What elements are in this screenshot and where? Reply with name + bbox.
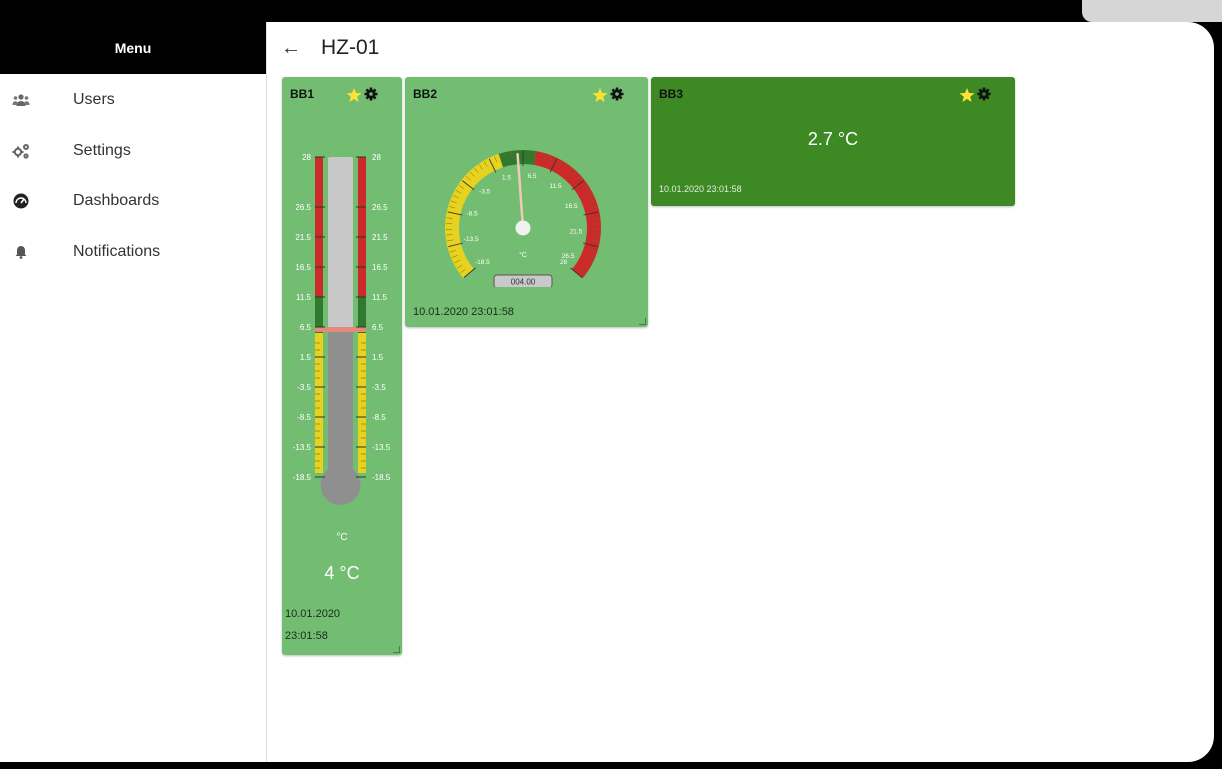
widget-bb3[interactable]: BB3 2.7 °C 10.01.2020 23:01:58 (651, 77, 1015, 206)
readout-value: 004.00 (511, 278, 536, 287)
dial-label: -3.5 (479, 188, 491, 195)
sidebar-item-settings[interactable]: Settings (0, 131, 266, 171)
sidebar-item-label: Settings (73, 142, 131, 159)
users-icon (12, 91, 30, 109)
scale-label: -13.5 (372, 443, 391, 452)
dial-unit-label: °C (519, 251, 527, 259)
scale-label: -18.5 (372, 473, 391, 482)
star-icon[interactable] (959, 87, 975, 103)
scale-label: 28 (372, 153, 381, 162)
scale-label: 11.5 (296, 293, 312, 302)
dial-label: -8.5 (466, 210, 478, 217)
window-corner-tab (1082, 0, 1222, 22)
scale-label: 16.5 (372, 263, 388, 272)
page-title: HZ-01 (321, 36, 380, 59)
scale-label: 6.5 (300, 323, 312, 332)
dial-gauge: -18.5-13.5-8.5-3.51.5 6.511.516.521.526.5… (445, 150, 601, 287)
scale-label: 21.5 (295, 233, 311, 242)
scale-label: -3.5 (297, 383, 311, 392)
dial-needle (516, 152, 525, 230)
timestamp-time: 23:01:58 (285, 630, 328, 642)
timestamp: 10.01.2020 23:01:58 (413, 306, 514, 318)
scale-label: 26.5 (295, 203, 311, 212)
value-display: 4 °C (324, 563, 360, 583)
scale-label: 28 (302, 153, 311, 162)
resize-handle[interactable] (393, 646, 400, 653)
resize-handle[interactable] (639, 318, 646, 325)
sidebar-item-notifications[interactable]: Notifications (0, 232, 266, 272)
scale-label: 26.5 (372, 203, 388, 212)
dial-hub (515, 220, 531, 236)
bell-icon (12, 243, 30, 261)
sidebar-item-label: Notifications (73, 243, 161, 260)
timestamp: 10.01.2020 23:01:58 (659, 184, 742, 194)
arrow-left-icon[interactable]: ← (281, 37, 303, 59)
dial-label: 28 (560, 259, 568, 266)
star-icon[interactable] (346, 87, 362, 103)
timestamp-date: 10.01.2020 (285, 608, 341, 620)
value-display: 2.7 °C (807, 129, 859, 149)
sidebar-item-dashboards[interactable]: Dashboards (0, 181, 266, 221)
scale-label: 16.5 (295, 263, 311, 272)
star-icon[interactable] (592, 87, 608, 103)
scale-label: -13.5 (293, 443, 312, 452)
scale-label: 1.5 (372, 353, 384, 362)
sidebar: Menu Users Settings Dashboards Notificat… (0, 22, 267, 762)
dial-label: 21.5 (570, 228, 583, 235)
widget-title: BB1 (290, 87, 315, 101)
scale-label: -8.5 (297, 413, 311, 422)
gear-icon[interactable] (610, 87, 624, 101)
scale-label: 21.5 (372, 233, 388, 242)
menu-title: Menu (114, 40, 152, 56)
dial-label: 1.5 (502, 175, 511, 182)
menu-header: Menu (0, 22, 266, 74)
widget-bb1[interactable]: BB1 28 26.5 21.5 16.5 11.5 6.5 1.5 -3.5 … (282, 77, 402, 655)
scale-label: -3.5 (372, 383, 386, 392)
scale-label: 6.5 (372, 323, 384, 332)
scale-label: 11.5 (372, 293, 388, 302)
sidebar-item-users[interactable]: Users (0, 80, 266, 120)
app-window: Menu Users Settings Dashboards Notificat… (0, 22, 1214, 762)
dial-label: 11.5 (549, 183, 562, 190)
gear-icon[interactable] (364, 87, 378, 101)
scale-label: -18.5 (293, 473, 312, 482)
unit-label: °C (336, 532, 348, 543)
sidebar-item-label: Dashboards (73, 192, 160, 209)
sidebar-item-label: Users (73, 91, 115, 108)
scale-label: -8.5 (372, 413, 386, 422)
widget-title: BB2 (413, 87, 438, 101)
widget-title: BB3 (659, 87, 684, 101)
top-bar: ← HZ-01 (267, 22, 1214, 74)
settings-icon (12, 142, 30, 160)
dial-label: -13.5 (464, 236, 479, 243)
scale-label: 1.5 (300, 353, 312, 362)
dial-label: 6.5 (527, 173, 536, 180)
thermometer-gauge: 28 26.5 21.5 16.5 11.5 6.5 1.5 -3.5 -8.5… (293, 153, 391, 505)
widget-bb2[interactable]: BB2 -18.5 -13.5 -8.5 -3.5 1.5 6.5 11.5 16.5 21.5… (405, 77, 648, 327)
gear-icon[interactable] (977, 87, 991, 101)
dial-label: 16.5 (565, 203, 578, 210)
dial-label: -18.5 (475, 259, 490, 266)
dashboard-icon (12, 192, 30, 210)
